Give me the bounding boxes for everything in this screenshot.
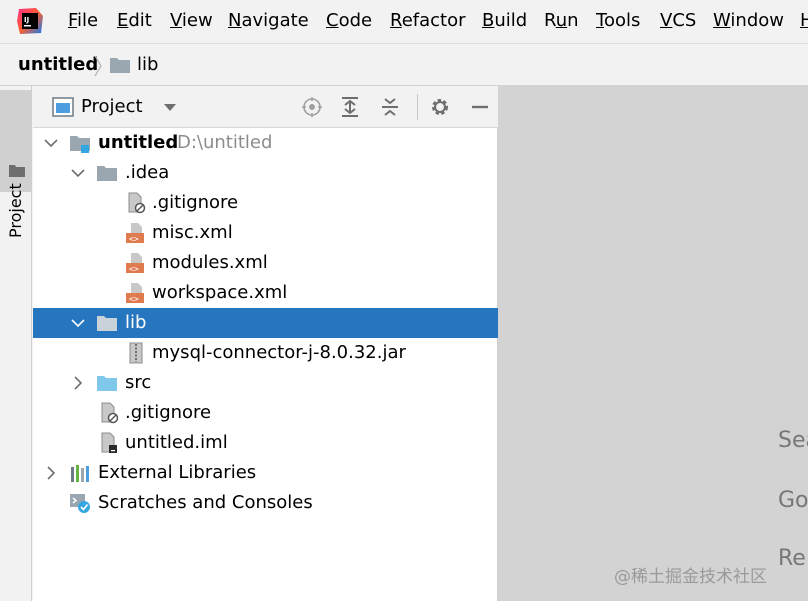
tree-row-idea-gitignore[interactable]: .gitignore: [33, 188, 498, 218]
tree-path-hint: D:\untitled: [177, 132, 273, 153]
tree-row-gitignore[interactable]: .gitignore: [33, 398, 498, 428]
menu-view[interactable]: View: [170, 10, 213, 31]
menu-help[interactable]: H: [800, 10, 808, 31]
tree-label: lib: [125, 312, 147, 333]
menu-edit[interactable]: Edit: [117, 10, 152, 31]
chevron-down-icon[interactable]: [70, 315, 86, 331]
chevron-right-icon[interactable]: [70, 375, 86, 391]
tree-label: External Libraries: [98, 462, 257, 483]
chevron-down-icon[interactable]: [70, 165, 86, 181]
project-tool-window-tab[interactable]: Project: [0, 90, 32, 238]
project-panel-header: Project: [33, 86, 498, 128]
breadcrumb-separator-icon: [94, 55, 102, 77]
tree-label: untitled: [98, 132, 179, 153]
project-tree: untitled D:\untitled .idea .gitignore <>…: [33, 128, 498, 601]
svg-text:<>: <>: [129, 235, 139, 244]
menu-bar: IJ File Edit View Navigate Code Refactor…: [0, 0, 808, 43]
tree-row-misc-xml[interactable]: <> misc.xml: [33, 218, 498, 248]
tree-row-untitled[interactable]: untitled D:\untitled: [33, 128, 498, 158]
menu-vcs[interactable]: VCS: [660, 10, 696, 31]
editor-area: Sea Go Re: [498, 86, 808, 601]
xml-file-icon: <>: [126, 253, 144, 274]
hide-panel-icon[interactable]: [469, 96, 491, 118]
source-folder-icon: [97, 376, 117, 391]
svg-text:<>: <>: [129, 265, 139, 274]
breadcrumb: untitled lib: [0, 43, 808, 86]
menu-run[interactable]: Run: [544, 10, 579, 31]
chevron-down-icon[interactable]: [43, 135, 59, 151]
menu-tools[interactable]: Tools: [596, 10, 640, 31]
module-file-icon: [101, 432, 117, 453]
project-tab-label: Project: [6, 183, 25, 238]
libraries-icon: [71, 465, 89, 482]
xml-file-icon: <>: [126, 283, 144, 304]
tree-label: .idea: [125, 162, 170, 183]
project-view-icon: [52, 97, 74, 117]
module-folder-icon: [70, 136, 90, 153]
scratches-icon: [70, 494, 90, 513]
tree-label: .gitignore: [152, 192, 239, 213]
tree-label: src: [125, 372, 152, 393]
menu-refactor[interactable]: Refactor: [390, 10, 466, 31]
jar-archive-icon: [129, 342, 143, 364]
svg-text:IJ: IJ: [24, 16, 29, 24]
menu-code[interactable]: Code: [326, 10, 372, 31]
breadcrumb-project[interactable]: untitled: [18, 54, 98, 75]
menu-window[interactable]: Window: [713, 10, 784, 31]
chevron-right-icon[interactable]: [43, 465, 59, 481]
svg-text:<>: <>: [129, 295, 139, 304]
intellij-logo-icon: IJ: [17, 8, 43, 34]
toolbar-divider: [417, 94, 418, 120]
menu-file[interactable]: File: [68, 10, 98, 31]
tree-row-workspace-xml[interactable]: <> workspace.xml: [33, 278, 498, 308]
editor-hint-recent: Re: [778, 546, 806, 571]
editor-hint-search: Sea: [778, 428, 808, 453]
folder-icon: [110, 58, 130, 73]
locate-file-icon[interactable]: [301, 96, 323, 118]
tree-row-idea[interactable]: .idea: [33, 158, 498, 188]
tree-row-lib[interactable]: lib: [33, 308, 498, 338]
dropdown-arrow-icon[interactable]: [163, 102, 177, 112]
tree-row-external-libraries[interactable]: External Libraries: [33, 458, 498, 488]
tree-label: workspace.xml: [152, 282, 288, 303]
tree-label: untitled.iml: [125, 432, 228, 453]
tree-row-untitled-iml[interactable]: untitled.iml: [33, 428, 498, 458]
tree-label: modules.xml: [152, 252, 268, 273]
gear-icon[interactable]: [429, 96, 451, 118]
panel-title[interactable]: Project: [81, 96, 143, 117]
folder-icon: [97, 166, 117, 181]
tree-row-mysql-jar[interactable]: mysql-connector-j-8.0.32.jar: [33, 338, 498, 368]
tree-row-scratches[interactable]: Scratches and Consoles: [33, 488, 498, 518]
breadcrumb-folder[interactable]: lib: [137, 54, 158, 75]
ignored-file-icon: [101, 402, 119, 424]
tree-label: mysql-connector-j-8.0.32.jar: [152, 342, 406, 363]
tree-row-src[interactable]: src: [33, 368, 498, 398]
menu-build[interactable]: Build: [482, 10, 527, 31]
watermark: @稀土掘金技术社区: [614, 567, 767, 587]
tree-label: misc.xml: [152, 222, 233, 243]
menu-navigate[interactable]: Navigate: [228, 10, 309, 31]
tree-row-modules-xml[interactable]: <> modules.xml: [33, 248, 498, 278]
tree-label: .gitignore: [125, 402, 212, 423]
collapse-all-icon[interactable]: [379, 96, 401, 118]
expand-all-icon[interactable]: [339, 96, 361, 118]
folder-icon: [9, 165, 25, 177]
tree-label: Scratches and Consoles: [98, 492, 313, 513]
xml-file-icon: <>: [126, 223, 144, 244]
ignored-file-icon: [128, 192, 146, 214]
editor-hint-goto: Go: [778, 488, 808, 513]
folder-icon: [97, 316, 117, 331]
